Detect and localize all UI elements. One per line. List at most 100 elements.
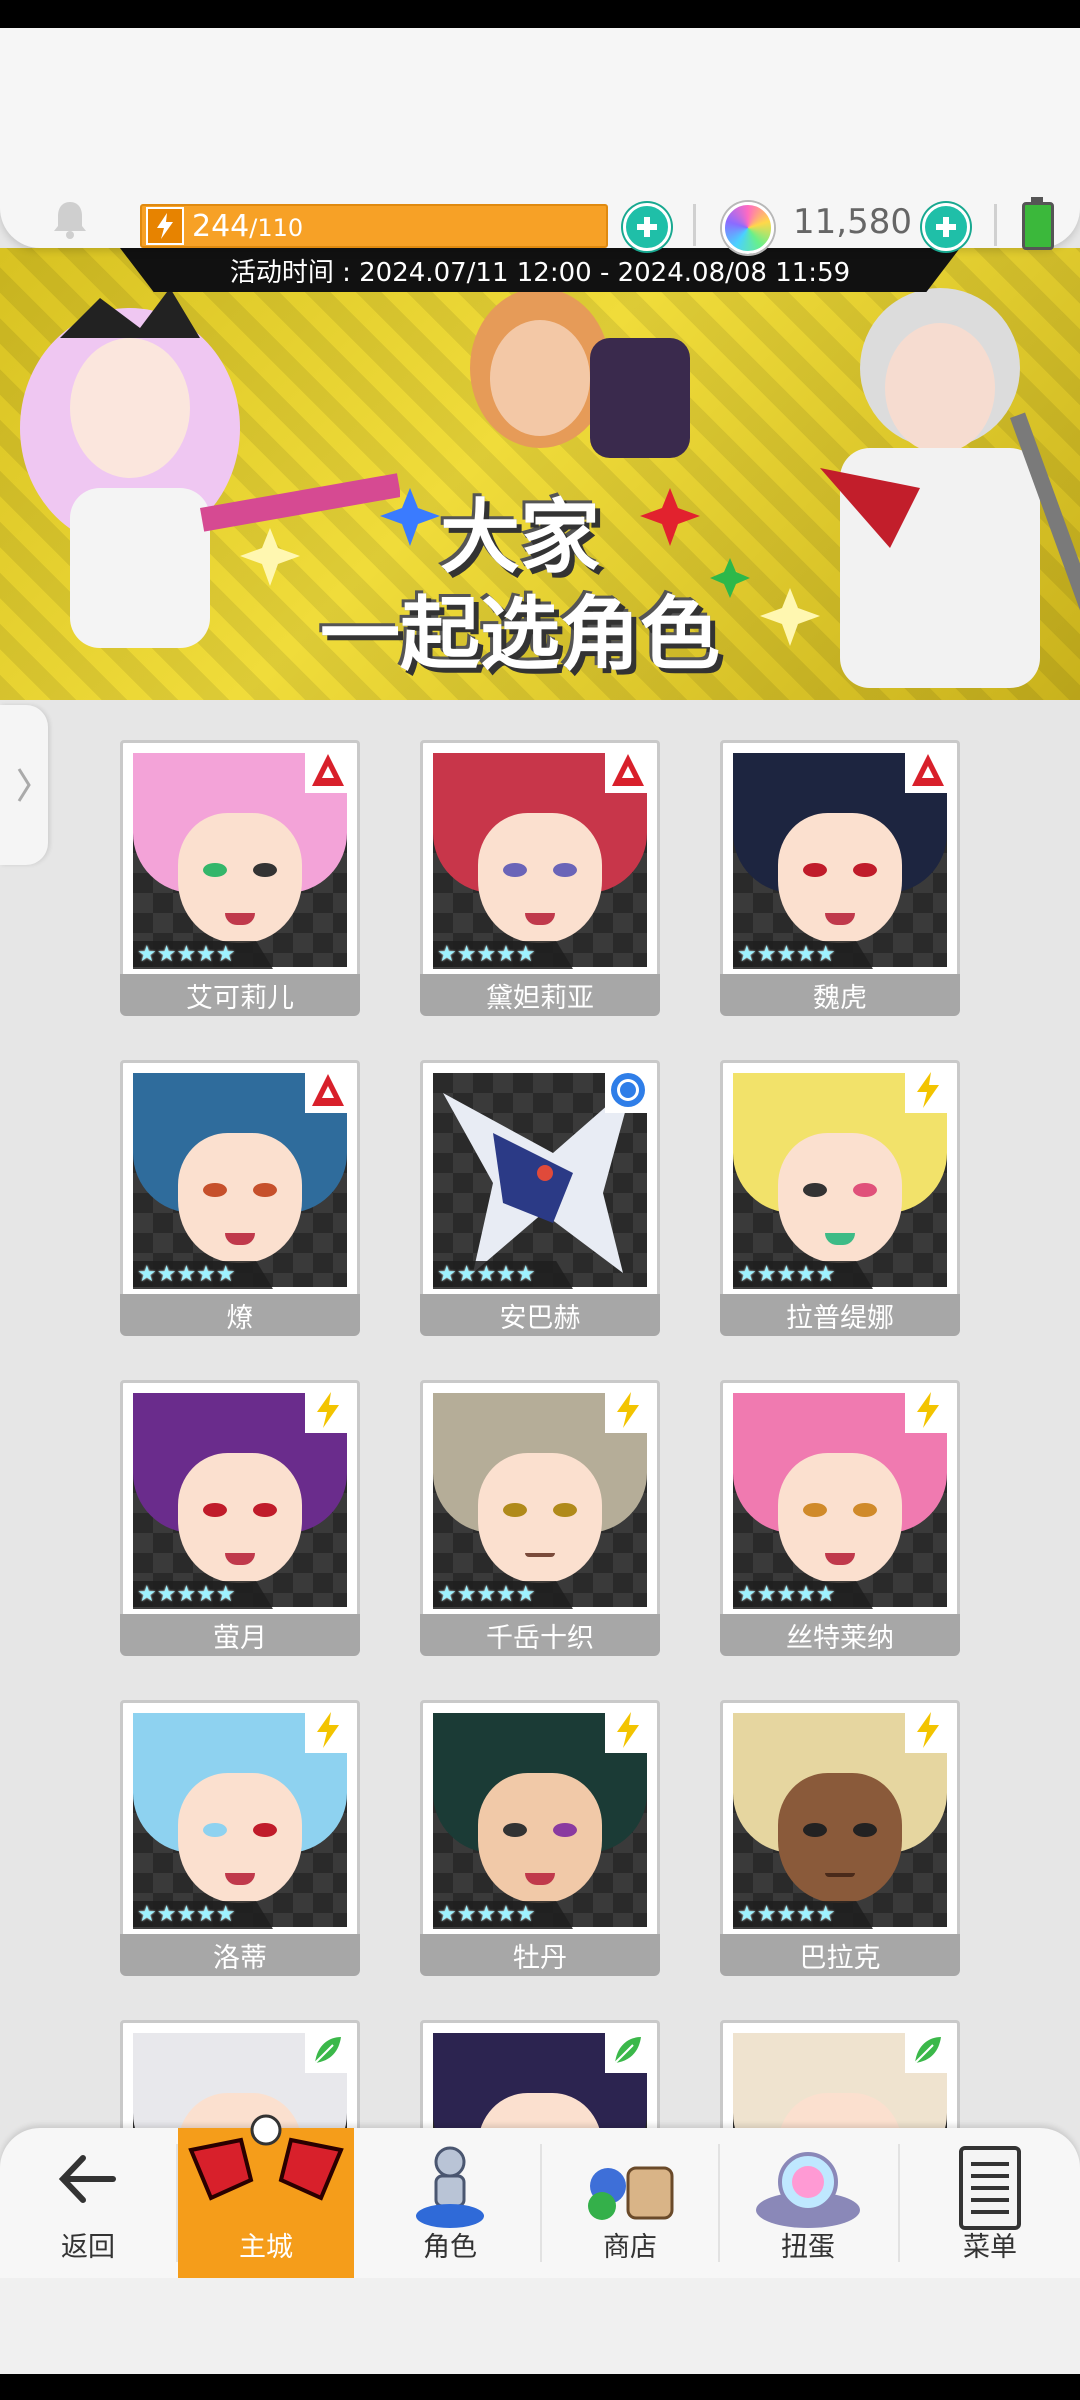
card-frame: ★★★★★ xyxy=(720,1380,960,1620)
yellow-bolt-icon xyxy=(905,1067,951,1113)
star-rating: ★★★★★ xyxy=(733,1261,873,1289)
yellow-bolt-icon xyxy=(905,1387,951,1433)
star-rating: ★★★★★ xyxy=(133,941,273,969)
nav-character[interactable]: 角色 xyxy=(362,2128,538,2278)
character-name: 燎 xyxy=(120,1294,360,1336)
star-rating: ★★★★★ xyxy=(733,941,873,969)
divider xyxy=(994,204,997,246)
resource-bar: 244/110 11,580 xyxy=(0,28,1080,254)
star-rating: ★★★★★ xyxy=(433,1901,573,1929)
character-name: 萤月 xyxy=(120,1614,360,1656)
character-name: 千岳十织 xyxy=(420,1614,660,1656)
nav-back-label: 返回 xyxy=(61,2232,115,2263)
bottom-nav: 返回 主城 角色 商店 扭蛋 菜单 xyxy=(0,2114,1080,2278)
gem-icon xyxy=(722,202,774,254)
green-leaf-icon xyxy=(305,2027,351,2073)
menu-list-icon xyxy=(959,2146,1021,2230)
yellow-bolt-icon xyxy=(305,1387,351,1433)
blue-circle-icon xyxy=(605,1067,651,1113)
nav-shop[interactable]: 商店 xyxy=(542,2128,718,2278)
divider xyxy=(693,204,696,246)
plus-icon xyxy=(637,217,657,237)
yellow-bolt-icon xyxy=(305,1707,351,1753)
character-card[interactable]: ★★★★★ 巴拉克 xyxy=(720,1700,960,1980)
star-rating: ★★★★★ xyxy=(133,1901,273,1929)
character-card[interactable]: ★★★★★ 拉普缇娜 xyxy=(720,1060,960,1340)
star-rating: ★★★★★ xyxy=(433,1261,573,1289)
character-icon xyxy=(416,2146,484,2228)
character-card[interactable]: ★★★★★ 黛妲莉亚 xyxy=(420,740,660,1020)
star-rating: ★★★★★ xyxy=(733,1581,873,1609)
character-card[interactable]: ★★★★★ 安巴赫 xyxy=(420,1060,660,1340)
main-city-icon xyxy=(188,2114,344,2201)
card-frame: ★★★★★ xyxy=(420,740,660,980)
red-diamond-icon xyxy=(905,747,951,793)
add-gems-button[interactable] xyxy=(922,203,970,251)
card-frame: ★★★★★ xyxy=(420,1380,660,1620)
card-frame: ★★★★★ xyxy=(420,1060,660,1300)
gem-count: 11,580 xyxy=(793,202,912,242)
character-name: 安巴赫 xyxy=(420,1294,660,1336)
character-card[interactable]: ★★★★★ 千岳十织 xyxy=(420,1380,660,1660)
energy-bolt-icon xyxy=(146,207,184,245)
shop-bag-icon xyxy=(588,2166,674,2220)
card-frame: ★★★★★ xyxy=(720,740,960,980)
green-leaf-icon xyxy=(905,2027,951,2073)
energy-bar: 244/110 xyxy=(140,204,608,248)
side-drawer-tab[interactable] xyxy=(0,705,48,865)
character-name: 洛蒂 xyxy=(120,1934,360,1976)
red-diamond-icon xyxy=(605,747,651,793)
character-card[interactable]: ★★★★★ 牡丹 xyxy=(420,1700,660,1980)
nav-back[interactable]: 返回 xyxy=(0,2128,176,2278)
chevron-right-icon xyxy=(17,768,31,802)
character-name: 魏虎 xyxy=(720,974,960,1016)
nav-gacha[interactable]: 扭蛋 xyxy=(720,2128,896,2278)
yellow-bolt-icon xyxy=(605,1387,651,1433)
character-card[interactable]: ★★★★★ 萤月 xyxy=(120,1380,360,1660)
add-energy-button[interactable] xyxy=(623,203,671,251)
event-banner[interactable]: 活动时间 : 2024.07/11 12:00 - 2024.08/08 11:… xyxy=(0,248,1080,700)
card-frame: ★★★★★ xyxy=(420,1700,660,1940)
star-rating: ★★★★★ xyxy=(733,1901,873,1929)
character-name: 拉普缇娜 xyxy=(720,1294,960,1336)
event-time: 活动时间 : 2024.07/11 12:00 - 2024.08/08 11:… xyxy=(120,248,960,292)
character-name: 丝特莱纳 xyxy=(720,1614,960,1656)
card-frame: ★★★★★ xyxy=(120,740,360,980)
nav-main-city-label: 主城 xyxy=(239,2232,293,2263)
star-rating: ★★★★★ xyxy=(133,1581,273,1609)
nav-menu[interactable]: 菜单 xyxy=(900,2128,1080,2278)
banner-title-line2: 一起选角色 xyxy=(320,588,720,681)
red-diamond-icon xyxy=(305,1067,351,1113)
yellow-bolt-icon xyxy=(605,1707,651,1753)
card-frame: ★★★★★ xyxy=(120,1380,360,1620)
battery-icon xyxy=(1022,197,1054,250)
energy-value: 244/110 xyxy=(192,208,304,244)
character-card[interactable]: ★★★★★ 艾可莉儿 xyxy=(120,740,360,1020)
status-bar xyxy=(0,0,1080,28)
card-frame: ★★★★★ xyxy=(720,1700,960,1940)
star-rating: ★★★★★ xyxy=(433,1581,573,1609)
gacha-icon xyxy=(756,2152,860,2228)
red-diamond-icon xyxy=(305,747,351,793)
card-frame: ★★★★★ xyxy=(120,1700,360,1940)
character-card[interactable]: ★★★★★ 洛蒂 xyxy=(120,1700,360,1980)
system-nav-bar xyxy=(0,2374,1080,2400)
character-name: 牡丹 xyxy=(420,1934,660,1976)
bottom-spacer xyxy=(0,2278,1080,2374)
card-frame: ★★★★★ xyxy=(720,1060,960,1300)
bell-icon[interactable] xyxy=(48,198,92,242)
green-leaf-icon xyxy=(605,2027,651,2073)
star-rating: ★★★★★ xyxy=(133,1261,273,1289)
card-frame: ★★★★★ xyxy=(120,1060,360,1300)
character-name: 黛妲莉亚 xyxy=(420,974,660,1016)
character-card[interactable]: ★★★★★ 魏虎 xyxy=(720,740,960,1020)
character-card[interactable]: ★★★★★ 丝特莱纳 xyxy=(720,1380,960,1660)
yellow-bolt-icon xyxy=(905,1707,951,1753)
character-name: 艾可莉儿 xyxy=(120,974,360,1016)
plus-icon xyxy=(936,217,956,237)
character-card[interactable]: ★★★★★ 燎 xyxy=(120,1060,360,1340)
nav-main-city[interactable]: 主城 xyxy=(178,2114,354,2278)
character-name: 巴拉克 xyxy=(720,1934,960,1976)
star-rating: ★★★★★ xyxy=(433,941,573,969)
arrow-left-icon xyxy=(58,2155,116,2203)
